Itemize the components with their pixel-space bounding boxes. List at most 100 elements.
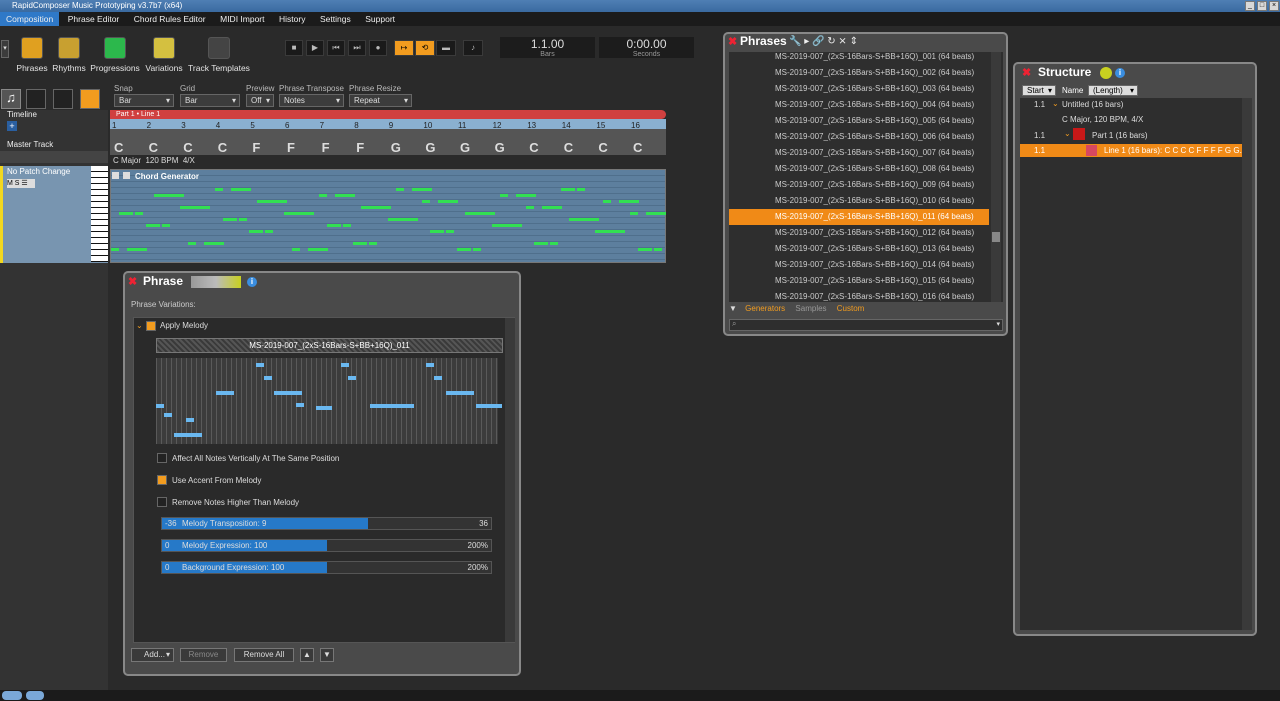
chord-cell[interactable]: C xyxy=(529,140,538,155)
piano-roll-note[interactable] xyxy=(169,194,184,197)
phrase-tools-icons[interactable] xyxy=(191,276,241,288)
piano-roll-note[interactable] xyxy=(145,224,160,227)
menu-chord-rules-editor[interactable]: Chord Rules Editor xyxy=(128,12,212,26)
progressions-button[interactable]: Progressions xyxy=(90,37,140,73)
list-view-button[interactable] xyxy=(26,89,46,109)
piano-roll-note[interactable] xyxy=(403,218,418,221)
piano-roll-note[interactable] xyxy=(395,188,404,191)
edit-tool-button[interactable] xyxy=(80,89,100,109)
status-toggle-icon[interactable] xyxy=(2,691,22,700)
rhythms-button[interactable]: Rhythms xyxy=(51,37,87,73)
piano-roll-note[interactable] xyxy=(430,230,445,233)
piano-roll-note[interactable] xyxy=(576,188,585,191)
chord-track[interactable] xyxy=(110,129,666,155)
close-structure-button[interactable]: ✖ xyxy=(1022,66,1031,79)
piano-roll-note[interactable] xyxy=(457,248,471,251)
phrase-list-item[interactable]: MS-2019-007_(2xS-16Bars-S+BB+16Q)_005 (6… xyxy=(729,113,989,129)
start-column-select[interactable]: Start xyxy=(1022,85,1056,96)
add-variation-select[interactable]: Add... xyxy=(131,648,174,662)
piano-roll-note[interactable] xyxy=(230,188,251,191)
phrase-list-item[interactable]: MS-2019-007_(2xS-16Bars-S+BB+16Q)_006 (6… xyxy=(729,129,989,145)
song-row[interactable]: Untitled (16 bars) xyxy=(1062,100,1123,109)
add-track-button[interactable]: + xyxy=(7,121,17,131)
maximize-button[interactable]: □ xyxy=(1257,1,1267,11)
phrase-search-input[interactable]: ⌕ ▾ xyxy=(729,319,1003,331)
piano-roll[interactable]: Chord Generator xyxy=(110,169,666,263)
menu-phrase-editor[interactable]: Phrase Editor xyxy=(62,12,126,26)
phrase-list-item[interactable]: MS-2019-007_(2xS-16Bars-S+BB+16Q)_001 (6… xyxy=(729,52,989,65)
phrases-scrollbar[interactable] xyxy=(991,52,1001,302)
menu-support[interactable]: Support xyxy=(359,12,401,26)
piano-roll-note[interactable] xyxy=(135,212,143,215)
expand-untitled-icon[interactable]: ⌄ xyxy=(1052,99,1059,108)
phrases-button[interactable]: Phrases xyxy=(16,37,48,73)
resize-select[interactable]: Repeat xyxy=(349,94,412,107)
toolbar-menu-button[interactable]: ▾ xyxy=(1,40,9,58)
piano-roll-note[interactable] xyxy=(265,230,274,233)
piano-roll-note[interactable] xyxy=(334,194,355,197)
piano-roll-note[interactable] xyxy=(249,230,264,233)
grid-select[interactable]: Bar xyxy=(180,94,240,107)
mute-solo-buttons[interactable]: M S ☰ xyxy=(7,179,35,188)
phrase-list-item[interactable]: MS-2019-007_(2xS-16Bars-S+BB+16Q)_007 (6… xyxy=(729,145,989,161)
chord-cell[interactable]: F xyxy=(322,140,330,155)
melody-expression-slider[interactable]: 0 Melody Expression: 100 200% xyxy=(161,539,492,552)
refresh-icon[interactable] xyxy=(1100,67,1112,79)
phrase-list-item[interactable]: MS-2019-007_(2xS-16Bars-S+BB+16Q)_009 (6… xyxy=(729,177,989,193)
filter-icon[interactable]: ▼ xyxy=(729,304,737,313)
name-column-label[interactable]: Name xyxy=(1062,86,1083,95)
phrase-list-item[interactable]: MS-2019-007_(2xS-16Bars-S+BB+16Q)_003 (6… xyxy=(729,81,989,97)
phrase-list-item[interactable]: MS-2019-007_(2xS-16Bars-S+BB+16Q)_008 (6… xyxy=(729,161,989,177)
piano-roll-note[interactable] xyxy=(619,200,640,203)
melody-preview[interactable] xyxy=(156,358,502,444)
close-phrase-button[interactable]: ✖ xyxy=(128,275,137,288)
chord-cell[interactable]: C xyxy=(564,140,573,155)
phrase-list-item[interactable]: MS-2019-007_(2xS-16Bars-S+BB+16Q)_016 (6… xyxy=(729,289,989,302)
piano-roll-note[interactable] xyxy=(446,230,455,233)
forward-button[interactable]: ⏭ xyxy=(348,40,366,56)
variations-button[interactable]: Variations xyxy=(143,37,185,73)
note-view-button[interactable]: ♫ xyxy=(1,89,21,109)
tab-custom[interactable]: Custom xyxy=(837,304,865,313)
chord-cell[interactable]: C xyxy=(183,140,192,155)
piano-roll-note[interactable] xyxy=(473,248,481,251)
piano-roll-note[interactable] xyxy=(273,200,288,203)
record-button[interactable]: ● xyxy=(369,40,387,56)
rewind-button[interactable]: ⏮ xyxy=(327,40,345,56)
chord-cell[interactable]: G xyxy=(391,140,401,155)
piano-roll-note[interactable] xyxy=(308,248,328,251)
menu-history[interactable]: History xyxy=(273,12,311,26)
part-bar[interactable]: Part 1 • Line 1 xyxy=(110,110,666,119)
piano-roll-note[interactable] xyxy=(353,242,368,245)
chord-cell[interactable]: G xyxy=(495,140,505,155)
expand-part-icon[interactable]: ⌄ xyxy=(1064,129,1071,138)
preview-select[interactable]: Off xyxy=(246,94,274,107)
chord-cell[interactable]: F xyxy=(287,140,295,155)
chord-cell[interactable]: C xyxy=(218,140,227,155)
part-row[interactable]: Part 1 (16 bars) xyxy=(1092,131,1148,140)
structure-scrollbar[interactable] xyxy=(1242,98,1252,630)
line-row[interactable]: 1.1 Line 1 (16 bars): C C C C F F F F G … xyxy=(1020,144,1242,157)
chord-cell[interactable]: F xyxy=(356,140,364,155)
chord-cell[interactable]: C xyxy=(598,140,607,155)
piano-roll-note[interactable] xyxy=(507,224,522,227)
remove-all-button[interactable]: Remove All xyxy=(234,648,294,662)
piano-roll-note[interactable] xyxy=(318,194,327,197)
piano-roll-note[interactable] xyxy=(342,224,351,227)
search-dropdown-icon[interactable]: ▾ xyxy=(996,320,1000,328)
track-toggle-icon[interactable] xyxy=(112,172,119,179)
piano-roll-note[interactable] xyxy=(326,224,341,227)
piano-roll-note[interactable] xyxy=(646,212,666,215)
tab-samples[interactable]: Samples xyxy=(795,304,826,313)
piano-roll-note[interactable] xyxy=(534,242,549,245)
snap-select[interactable]: Bar xyxy=(114,94,174,107)
piano-roll-note[interactable] xyxy=(196,206,211,209)
piano-roll-note[interactable] xyxy=(499,194,508,197)
status-chat-icon[interactable] xyxy=(26,691,44,700)
chord-cell[interactable]: G xyxy=(425,140,435,155)
variations-scrollbar[interactable] xyxy=(505,318,515,642)
phrase-list-item[interactable]: MS-2019-007_(2xS-16Bars-S+BB+16Q)_013 (6… xyxy=(729,241,989,257)
piano-roll-note[interactable] xyxy=(161,224,170,227)
piano-roll-note[interactable] xyxy=(238,218,247,221)
minimize-button[interactable]: _ xyxy=(1245,1,1255,11)
